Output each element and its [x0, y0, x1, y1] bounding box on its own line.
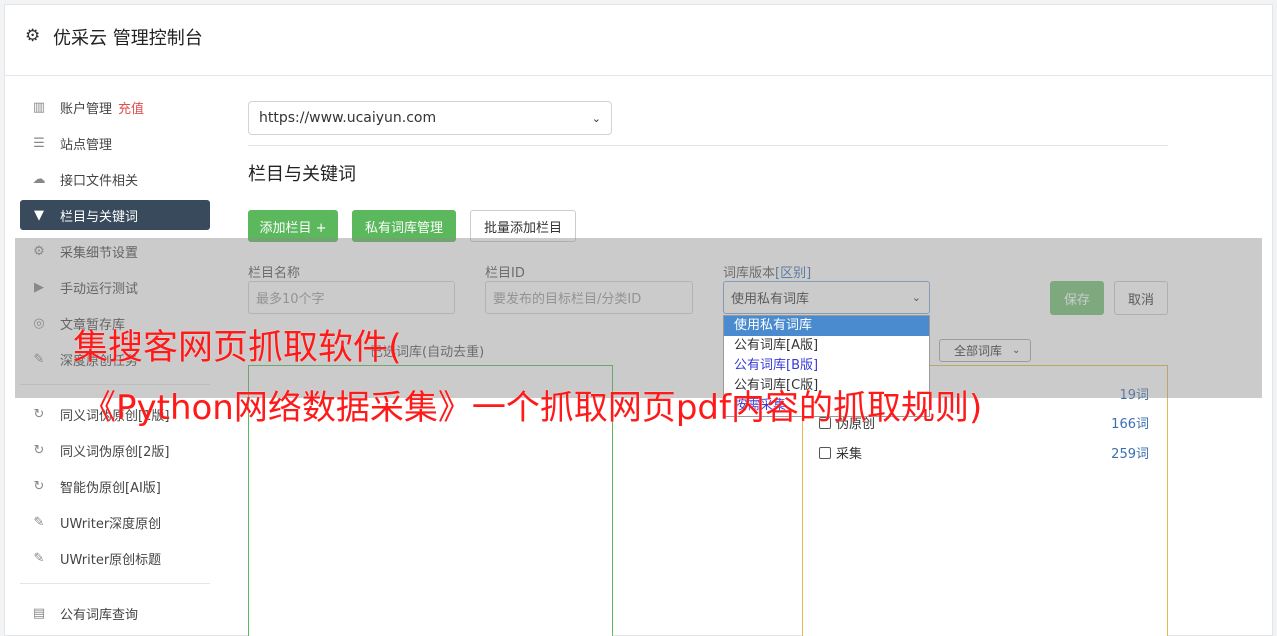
sidebar-item-label: UWriter深度原创	[60, 516, 162, 532]
lib-name: 采集	[836, 447, 863, 462]
sidebar-item-public-lib[interactable]: ▤ 公有词库查询	[20, 598, 210, 628]
sidebar-item-label: 站点管理	[60, 137, 113, 153]
lib-count: 166词	[1111, 417, 1149, 432]
server-icon: ☰	[33, 135, 45, 151]
sidebar-item-account[interactable]: ▥ 账户管理 充值	[20, 92, 210, 122]
overlay-band	[15, 238, 1262, 398]
page-title: 优采云 管理控制台	[53, 28, 203, 49]
watermark-line-2: 《Python网络数据采集》一个抓取网页pdf内容的抓取规则)	[82, 388, 983, 428]
chevron-down-icon: ⌄	[591, 111, 601, 125]
sidebar-item-synonym-2[interactable]: ↻ 同义词伪原创[2版]	[20, 435, 210, 465]
site-select[interactable]: https://www.ucaiyun.com ⌄	[248, 101, 612, 135]
sidebar-item-label: 智能伪原创[AI版]	[60, 480, 161, 496]
filter-icon: ▼	[34, 207, 44, 223]
sidebar-item-label: 接口文件相关	[60, 173, 139, 189]
sidebar-item-ai-rewrite[interactable]: ↻ 智能伪原创[AI版]	[20, 471, 210, 501]
book-icon: ▤	[32, 605, 46, 621]
sidebar-item-label: 同义词伪原创[2版]	[60, 444, 170, 460]
refresh-icon: ↻	[33, 478, 45, 494]
dropdown-option[interactable]: 使用私有词库	[724, 316, 929, 336]
edit-icon: ✎	[33, 514, 45, 530]
bar-chart-icon: ▥	[32, 99, 46, 115]
section-title: 栏目与关键词	[248, 164, 356, 185]
checkbox[interactable]	[819, 446, 831, 459]
refresh-icon: ↻	[33, 406, 45, 422]
dropdown-option[interactable]: 公有词库[B版]	[724, 356, 929, 376]
sidebar-item-label: 栏目与关键词	[60, 209, 139, 225]
edit-icon: ✎	[33, 550, 45, 566]
refresh-icon: ↻	[33, 442, 45, 458]
sidebar-item-label: UWriter原创标题	[60, 552, 162, 568]
sidebar-item-uwriter-deep[interactable]: ✎ UWriter深度原创	[20, 507, 210, 537]
sidebar-item-columns[interactable]: ▼ 栏目与关键词	[20, 200, 210, 230]
divider	[248, 145, 1168, 146]
recharge-link[interactable]: 充值	[118, 98, 144, 117]
sidebar-item-sites[interactable]: ☰ 站点管理	[20, 128, 210, 158]
lib-count: 259词	[1111, 447, 1149, 462]
list-item[interactable]: 采集 259词	[819, 443, 1149, 462]
header: ⚙ 优采云 管理控制台	[5, 5, 1272, 76]
sidebar-item-interface[interactable]: ☁ 接口文件相关	[20, 164, 210, 194]
cloud-upload-icon: ☁	[32, 171, 46, 187]
sidebar-divider	[20, 583, 210, 584]
sidebar-item-uwriter-title[interactable]: ✎ UWriter原创标题	[20, 543, 210, 573]
sidebar-item-label: 公有词库查询	[60, 607, 139, 623]
watermark-line-1: 集搜客网页抓取软件(	[73, 328, 402, 368]
site-select-value: https://www.ucaiyun.com	[259, 110, 437, 126]
sidebar-item-label: 账户管理	[60, 101, 113, 117]
gear-icon: ⚙	[25, 26, 41, 46]
dropdown-option[interactable]: 公有词库[A版]	[724, 336, 929, 356]
